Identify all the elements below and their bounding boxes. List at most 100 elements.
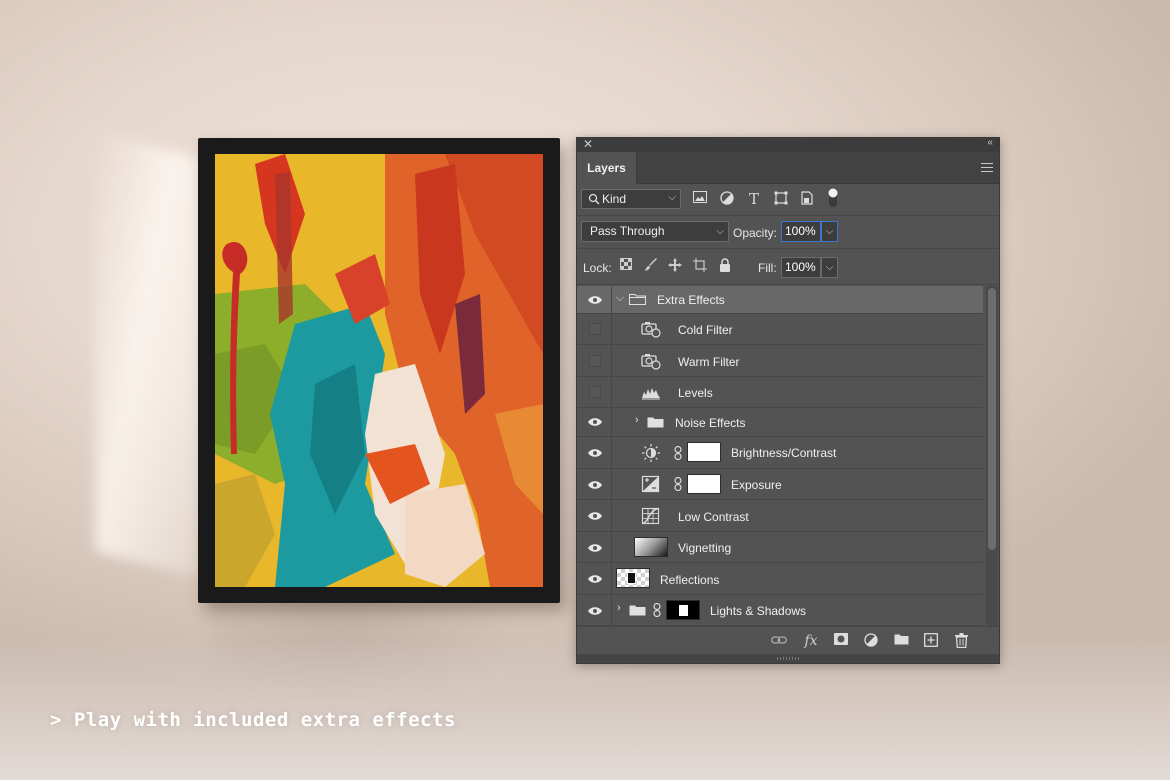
layer-thumbnail[interactable] xyxy=(634,537,668,557)
smart-object-filter-icon[interactable] xyxy=(799,191,815,207)
layer-row-lights-shadows[interactable]: › Lights & Shadows xyxy=(577,595,983,626)
lock-move-icon[interactable] xyxy=(668,258,682,272)
trash-icon[interactable] xyxy=(952,633,970,649)
visibility-toggle[interactable] xyxy=(577,314,612,344)
layer-name: Vignetting xyxy=(678,541,732,555)
hidden-visibility-box xyxy=(589,386,601,398)
visibility-toggle[interactable] xyxy=(577,532,612,562)
adjustment-filter-icon[interactable] xyxy=(719,191,735,207)
filter-toggle-icon[interactable] xyxy=(825,188,841,207)
chevron-down-icon: ⌵ xyxy=(668,192,676,203)
layer-row-vignetting[interactable]: Vignetting xyxy=(577,532,983,563)
pixel-filter-icon[interactable] xyxy=(692,191,708,207)
layer-name: Noise Effects xyxy=(675,416,746,430)
link-icon[interactable] xyxy=(674,446,682,460)
layer-thumbnail[interactable] xyxy=(616,568,650,588)
link-layers-icon[interactable] xyxy=(770,633,788,649)
layer-row-noise-effects[interactable]: › Noise Effects xyxy=(577,408,983,437)
layer-row-extra-effects[interactable]: ⌵ Extra Effects xyxy=(577,286,983,314)
layer-name: Low Contrast xyxy=(678,510,749,524)
fill-dropdown[interactable]: ⌵ xyxy=(821,257,838,278)
layer-mask-thumbnail[interactable] xyxy=(687,474,721,494)
layer-name: Brightness/Contrast xyxy=(731,446,837,460)
curves-icon xyxy=(641,507,660,525)
chevron-down-icon[interactable]: ⌵ xyxy=(616,292,624,305)
layer-row-brightness-contrast[interactable]: Brightness/Contrast xyxy=(577,437,983,469)
tab-layers[interactable]: Layers xyxy=(577,152,637,184)
photo-filter-icon xyxy=(641,354,661,370)
layer-mask-thumbnail[interactable] xyxy=(666,600,700,620)
lock-label: Lock: xyxy=(583,261,612,275)
layer-name: Lights & Shadows xyxy=(710,604,807,618)
kind-filter-select[interactable]: Kind ⌵ xyxy=(581,189,681,209)
visibility-toggle[interactable] xyxy=(577,469,612,499)
eye-icon xyxy=(588,449,602,457)
layer-name: Extra Effects xyxy=(657,293,725,307)
link-icon[interactable] xyxy=(653,603,661,617)
visibility-toggle[interactable] xyxy=(577,595,612,625)
opacity-input[interactable]: 100% xyxy=(781,221,821,242)
fx-icon[interactable]: fx xyxy=(802,633,820,649)
fill-input[interactable]: 100% xyxy=(781,257,821,278)
layer-row-warm-filter[interactable]: Warm Filter xyxy=(577,345,983,377)
opacity-dropdown[interactable]: ⌵ xyxy=(821,221,838,242)
folder-icon xyxy=(647,417,664,428)
panel-titlebar: ✕ ‹‹ xyxy=(577,137,999,152)
folder-icon xyxy=(629,605,646,616)
mask-content xyxy=(679,605,688,616)
chevron-right-icon[interactable]: › xyxy=(617,602,621,614)
fill-label: Fill: xyxy=(758,261,777,275)
new-layer-icon[interactable] xyxy=(922,633,940,649)
add-mask-icon[interactable] xyxy=(832,633,850,649)
layer-name: Cold Filter xyxy=(678,323,733,337)
levels-icon xyxy=(642,388,660,400)
brightness-contrast-icon xyxy=(642,444,660,462)
visibility-toggle[interactable] xyxy=(577,500,612,531)
panel-footer: fx xyxy=(577,626,999,654)
kind-label: Kind xyxy=(602,192,627,206)
layer-row-levels[interactable]: Levels xyxy=(577,377,983,408)
layer-row-low-contrast[interactable]: Low Contrast xyxy=(577,500,983,532)
layer-name: Exposure xyxy=(731,478,782,492)
shape-filter-icon[interactable] xyxy=(773,191,789,207)
close-icon[interactable]: ✕ xyxy=(583,137,593,151)
visibility-toggle[interactable] xyxy=(577,408,612,436)
lock-transparent-icon[interactable] xyxy=(619,258,633,272)
new-group-icon[interactable] xyxy=(892,633,910,649)
hidden-visibility-box xyxy=(589,355,601,367)
layer-mask-thumbnail[interactable] xyxy=(687,442,721,462)
lock-brush-icon[interactable] xyxy=(644,258,658,272)
layer-row-cold-filter[interactable]: Cold Filter xyxy=(577,314,983,345)
exposure-icon xyxy=(641,475,660,493)
layers-scrollbar[interactable] xyxy=(986,286,998,626)
lock-all-icon[interactable] xyxy=(718,258,732,272)
layer-row-reflections[interactable]: Reflections xyxy=(577,563,983,595)
photo-filter-icon xyxy=(641,322,661,338)
panel-menu-icon[interactable] xyxy=(981,163,993,172)
eye-icon xyxy=(588,296,602,304)
folder-open-icon xyxy=(629,294,646,305)
abstract-painting xyxy=(215,154,543,587)
lock-artboard-icon[interactable] xyxy=(693,258,707,272)
layer-row-exposure[interactable]: Exposure xyxy=(577,469,983,500)
visibility-toggle[interactable] xyxy=(577,345,612,376)
visibility-toggle[interactable] xyxy=(577,286,612,313)
blend-row: Pass Through ⌵ Opacity: 100% ⌵ xyxy=(577,217,999,249)
new-adjustment-icon[interactable] xyxy=(862,633,880,649)
panel-resize-grip[interactable] xyxy=(577,654,999,663)
visibility-toggle[interactable] xyxy=(577,437,612,468)
layers-list: ⌵ Extra Effects Cold Filter Warm Filter xyxy=(577,286,987,626)
chevron-right-icon[interactable]: › xyxy=(635,414,639,426)
eye-icon xyxy=(588,512,602,520)
type-filter-icon[interactable]: T xyxy=(746,191,762,207)
visibility-toggle[interactable] xyxy=(577,563,612,594)
lock-row: Lock: Fill: 100% ⌵ xyxy=(577,250,999,285)
picture-frame xyxy=(198,138,560,603)
blend-mode-select[interactable]: Pass Through ⌵ xyxy=(581,221,729,242)
scrollbar-thumb[interactable] xyxy=(988,288,996,550)
hidden-visibility-box xyxy=(589,323,601,335)
link-icon[interactable] xyxy=(674,477,682,491)
eye-icon xyxy=(588,544,602,552)
collapse-icon[interactable]: ‹‹ xyxy=(987,137,993,148)
visibility-toggle[interactable] xyxy=(577,377,612,407)
